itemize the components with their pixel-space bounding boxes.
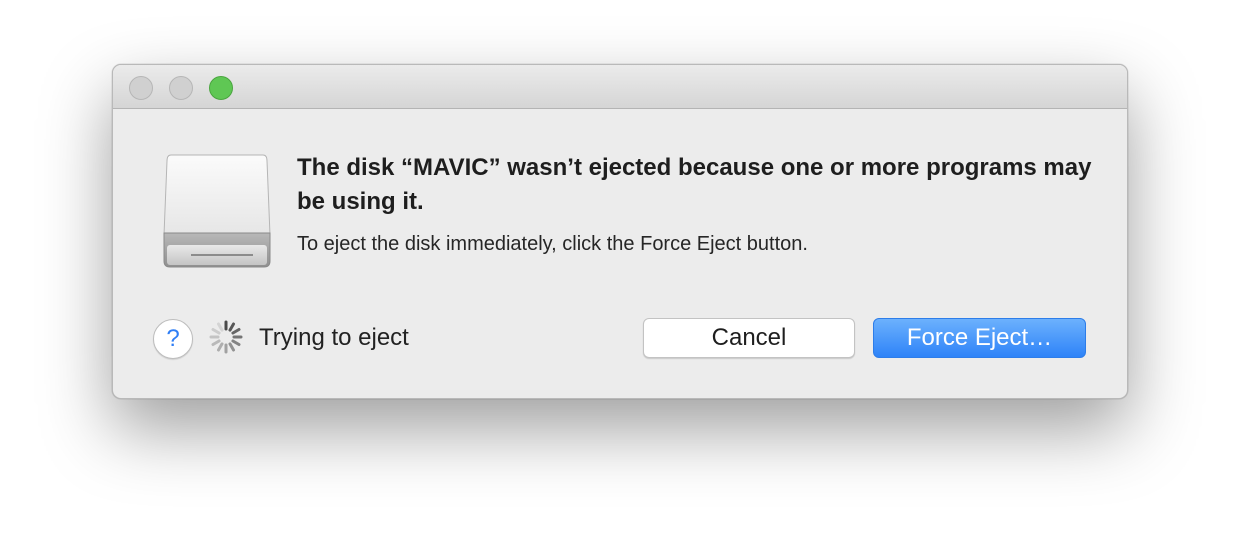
help-button[interactable]: ?: [153, 319, 193, 359]
force-eject-button[interactable]: Force Eject…: [873, 318, 1086, 358]
eject-alert-window: The disk “MAVIC” wasn’t ejected because …: [112, 64, 1128, 399]
zoom-icon[interactable]: [209, 76, 233, 100]
external-disk-icon: [163, 154, 271, 268]
cancel-button[interactable]: Cancel: [643, 318, 855, 358]
eject-status-text: Trying to eject: [259, 324, 409, 351]
close-icon[interactable]: [129, 76, 153, 100]
spinner-icon: [209, 320, 243, 354]
title-bar[interactable]: [113, 65, 1127, 109]
alert-message: To eject the disk immediately, click the…: [297, 233, 808, 255]
minimize-icon[interactable]: [169, 76, 193, 100]
alert-headline: The disk “MAVIC” wasn’t ejected because …: [297, 154, 1092, 215]
